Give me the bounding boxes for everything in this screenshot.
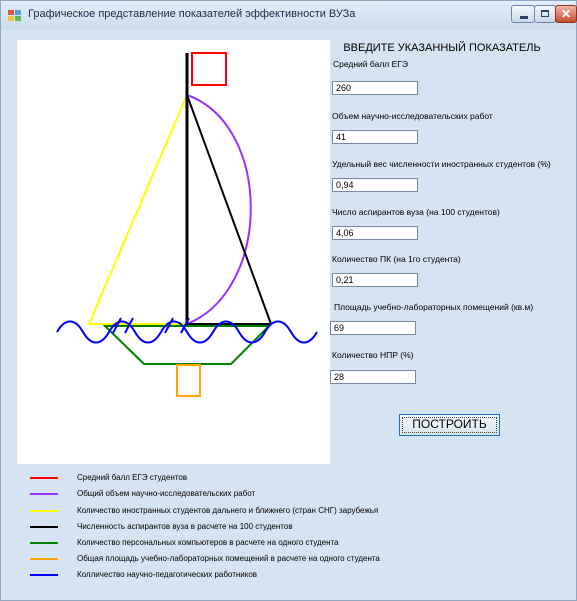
label-npr: Количество НПР (%) xyxy=(332,350,414,360)
legend-swatch-red xyxy=(30,477,58,479)
legend-swatch-yellow xyxy=(30,510,58,512)
app-window: Графическое представление показателей эф… xyxy=(0,0,577,601)
legend-item-foreign: Количество иностранных студентов дальнег… xyxy=(77,506,379,515)
minimize-icon xyxy=(520,16,528,19)
label-foreign: Удельный вес численности иностранных сту… xyxy=(332,159,551,169)
orange-keel xyxy=(176,364,201,397)
pc-field[interactable] xyxy=(332,273,418,287)
sailboat-drawing xyxy=(56,52,318,397)
maximize-button[interactable] xyxy=(534,5,556,23)
legend-swatch-green xyxy=(30,542,58,544)
flag-shape xyxy=(191,52,227,86)
legend-item-pc: Количество персональных компьютеров в ра… xyxy=(77,538,339,547)
ege-field[interactable] xyxy=(332,81,418,95)
foreign-students-field[interactable] xyxy=(332,178,418,192)
legend-swatch-orange xyxy=(30,558,58,560)
legend-item-postgrad: Численность аспирантов вуза в расчете на… xyxy=(77,522,293,531)
label-postgrad: Число аспирантов вуза (на 100 студентов) xyxy=(332,207,500,217)
label-ege: Средний балл ЕГЭ xyxy=(333,59,408,69)
build-button[interactable]: ПОСТРОИТЬ xyxy=(399,414,500,436)
maximize-icon xyxy=(541,10,549,17)
close-icon: ✕ xyxy=(560,7,572,21)
label-research: Объем научно-исследовательских работ xyxy=(332,111,493,121)
legend-item-npr: Колличество научно-педагогических работн… xyxy=(77,570,258,579)
window-title: Графическое представление показателей эф… xyxy=(28,8,356,20)
close-button[interactable]: ✕ xyxy=(555,5,577,23)
yellow-sail xyxy=(87,94,188,325)
research-volume-field[interactable] xyxy=(332,130,418,144)
minimize-button[interactable] xyxy=(511,5,535,23)
lab-area-field[interactable] xyxy=(330,321,416,335)
label-area: Площадь учебно-лабораторных помещений (к… xyxy=(334,302,534,312)
form-heading: ВВЕДИТЕ УКАЗАННЫЙ ПОКАЗАТЕЛЬ xyxy=(343,42,541,54)
postgrad-field[interactable] xyxy=(332,226,418,240)
title-bar[interactable]: Графическое представление показателей эф… xyxy=(1,1,577,29)
legend-item-ege: Средний балл ЕГЭ студентов xyxy=(77,473,188,482)
drawing-canvas xyxy=(17,40,330,464)
legend-swatch-black xyxy=(30,526,58,528)
legend-item-research: Общий объем научно-исследовательских раб… xyxy=(77,489,256,498)
legend-swatch-blue xyxy=(30,574,58,576)
purple-sail-arc xyxy=(186,94,252,325)
app-icon xyxy=(8,10,21,21)
npr-field[interactable] xyxy=(330,370,416,384)
legend-swatch-purple xyxy=(30,493,58,495)
label-pc: Количество ПК (на 1го студента) xyxy=(332,254,461,264)
legend-item-area: Общая площадь учебно-лабораторных помеще… xyxy=(77,554,380,563)
